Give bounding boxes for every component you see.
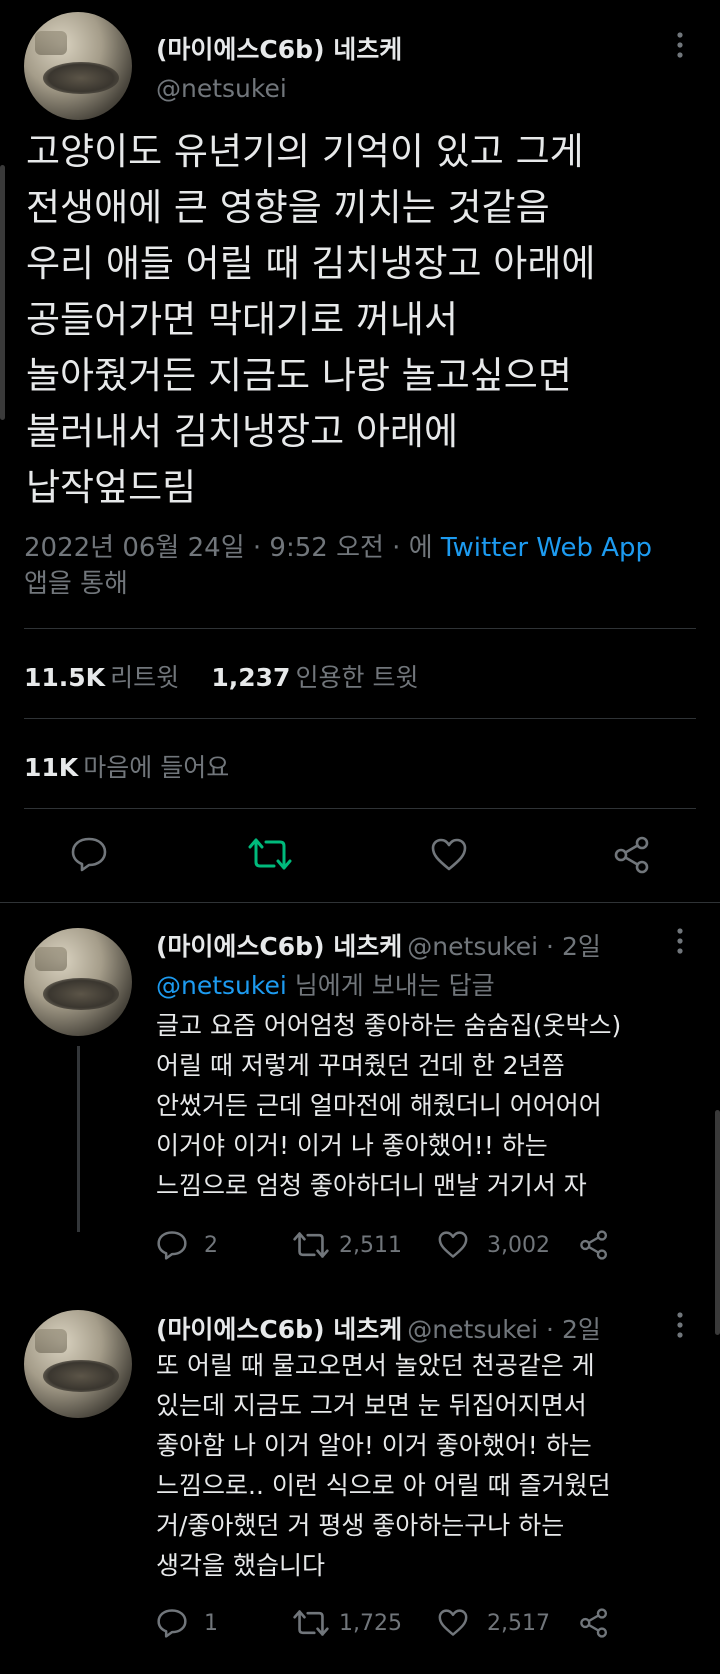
reply-count: 1 xyxy=(204,1610,218,1636)
reply-avatar[interactable] xyxy=(24,1310,132,1418)
reply-action[interactable]: 2 xyxy=(156,1230,218,1260)
quotes-count[interactable]: 1,237 xyxy=(211,663,290,692)
reply-display-name[interactable]: (마이에스C6b) 네츠케 xyxy=(156,932,402,961)
left-scroll-indicator xyxy=(0,165,5,420)
likes-label[interactable]: 마음에 들어요 xyxy=(83,753,229,782)
heart-icon xyxy=(438,1231,468,1258)
tweet-line: 고양이도 유년기의 기억이 있고 그게 xyxy=(26,130,584,173)
reply-line: 이거야 이거! 이거 나 좋아했어!! 하는 xyxy=(156,1131,548,1160)
author-avatar[interactable] xyxy=(24,12,132,120)
retweets-count[interactable]: 11.5K xyxy=(24,663,105,692)
reply-header: (마이에스C6b) 네츠케 @netsukei · 2일 xyxy=(156,1310,601,1346)
reply-line: 생각을 했습니다 xyxy=(156,1551,325,1580)
divider xyxy=(0,902,720,903)
tweet-line: 전생애에 큰 영향을 끼치는 것같음 xyxy=(26,186,550,229)
retweet-icon[interactable] xyxy=(248,836,292,872)
divider xyxy=(24,718,696,719)
replying-to-label: 님에게 보내는 답글 xyxy=(286,971,495,1000)
replying-to-handle[interactable]: @netsukei xyxy=(156,971,287,1000)
retweet-action[interactable]: 1,725 xyxy=(293,1608,402,1638)
reply-line: 있는데 지금도 그거 보면 눈 뒤집어지면서 xyxy=(156,1391,587,1420)
like-count: 3,002 xyxy=(487,1232,550,1258)
tweet-line: 불러내서 김치냉장고 아래에 xyxy=(26,410,459,453)
retweet-icon xyxy=(293,1232,329,1258)
reply-line: 어릴 때 저렇게 꾸며줬던 건데 한 2년쯤 xyxy=(156,1051,565,1080)
reply-icon xyxy=(157,1231,187,1260)
reply-line: 또 어릴 때 물고오면서 놀았던 천공같은 게 xyxy=(156,1351,595,1380)
reply-text: 또 어릴 때 물고오면서 놀았던 천공같은 게 있는데 지금도 그거 보면 눈 … xyxy=(156,1346,706,1586)
reply-action[interactable]: 1 xyxy=(156,1608,218,1638)
retweet-count: 2,511 xyxy=(339,1232,402,1258)
reply-line: 느낌으로 엄청 좋아하더니 맨날 거기서 자 xyxy=(156,1171,587,1200)
author-handle[interactable]: @netsukei xyxy=(156,74,287,103)
reply-display-name[interactable]: (마이에스C6b) 네츠케 xyxy=(156,1315,402,1344)
tweet-line: 우리 애들 어릴 때 김치냉장고 아래에 xyxy=(26,242,596,285)
likes-stats: 11K 마음에 들어요 xyxy=(24,748,229,784)
reply-line: 느낌으로.. 이런 식으로 아 어릴 때 즐거웠던 xyxy=(156,1471,611,1500)
reply-handle-time[interactable]: @netsukei · 2일 xyxy=(407,932,601,961)
tweet-line: 공들어가면 막대기로 꺼내서 xyxy=(26,298,459,341)
retweet-quote-stats: 11.5K 리트윗 1,237 인용한 트윗 xyxy=(24,658,418,694)
more-options-icon[interactable] xyxy=(670,30,690,60)
tweet-timestamp[interactable]: 2022년 06월 24일 · 9:52 오전 · 에 xyxy=(24,533,433,563)
retweet-count: 1,725 xyxy=(339,1610,402,1636)
tweet-line: 납작엎드림 xyxy=(26,466,197,509)
more-options-icon[interactable] xyxy=(670,926,690,956)
retweet-action[interactable]: 2,511 xyxy=(293,1230,402,1260)
reply-header: (마이에스C6b) 네츠케 @netsukei · 2일 xyxy=(156,927,601,963)
like-action[interactable]: 2,517 xyxy=(437,1609,550,1637)
share-icon[interactable] xyxy=(578,1608,610,1638)
thread-line xyxy=(77,1046,80,1232)
reply-line: 글고 요즘 어어엄청 좋아하는 숨숨집(옷박스) xyxy=(156,1011,622,1040)
reply-line: 안썼거든 근데 얼마전에 해줬더니 어어어어 xyxy=(156,1091,602,1120)
quotes-label[interactable]: 인용한 트윗 xyxy=(296,663,419,692)
reply-icon[interactable] xyxy=(70,836,108,872)
author-display-name[interactable]: (마이에스C6b) 네츠케 xyxy=(156,30,402,66)
reply-line: 좋아함 나 이거 알아! 이거 좋아했어! 하는 xyxy=(156,1431,592,1460)
share-icon[interactable] xyxy=(612,836,652,874)
retweet-icon xyxy=(293,1610,329,1636)
retweets-label[interactable]: 리트윗 xyxy=(110,663,179,692)
reply-line: 거/좋아했던 거 평생 좋아하는구나 하는 xyxy=(156,1511,565,1540)
like-action[interactable]: 3,002 xyxy=(437,1231,550,1259)
likes-count[interactable]: 11K xyxy=(24,753,78,782)
reply-text: 글고 요즘 어어엄청 좋아하는 숨숨집(옷박스) 어릴 때 저렇게 꾸며줬던 건… xyxy=(156,1006,706,1206)
reply-avatar[interactable] xyxy=(24,928,132,1036)
reply-handle-time[interactable]: @netsukei · 2일 xyxy=(407,1315,601,1344)
tweet-source-suffix: 앱을 통해 xyxy=(24,569,128,599)
reply-icon xyxy=(157,1609,187,1638)
share-icon[interactable] xyxy=(578,1230,610,1260)
more-options-icon[interactable] xyxy=(670,1310,690,1340)
right-scroll-indicator xyxy=(715,1110,720,1335)
reply-count: 2 xyxy=(204,1232,218,1258)
like-count: 2,517 xyxy=(487,1610,550,1636)
heart-icon xyxy=(438,1609,468,1636)
heart-icon[interactable] xyxy=(430,838,468,872)
tweet-text: 고양이도 유년기의 기억이 있고 그게 전생애에 큰 영향을 끼치는 것같음 우… xyxy=(26,124,706,516)
tweet-source-link[interactable]: Twitter Web App xyxy=(441,533,652,563)
replying-to: @netsukei 님에게 보내는 답글 xyxy=(156,966,495,1002)
tweet-line: 놀아줬거든 지금도 나랑 놀고싶으면 xyxy=(26,354,572,397)
divider xyxy=(24,808,696,809)
tweet-meta: 2022년 06월 24일 · 9:52 오전 · 에 Twitter Web … xyxy=(24,530,714,602)
divider xyxy=(24,628,696,629)
